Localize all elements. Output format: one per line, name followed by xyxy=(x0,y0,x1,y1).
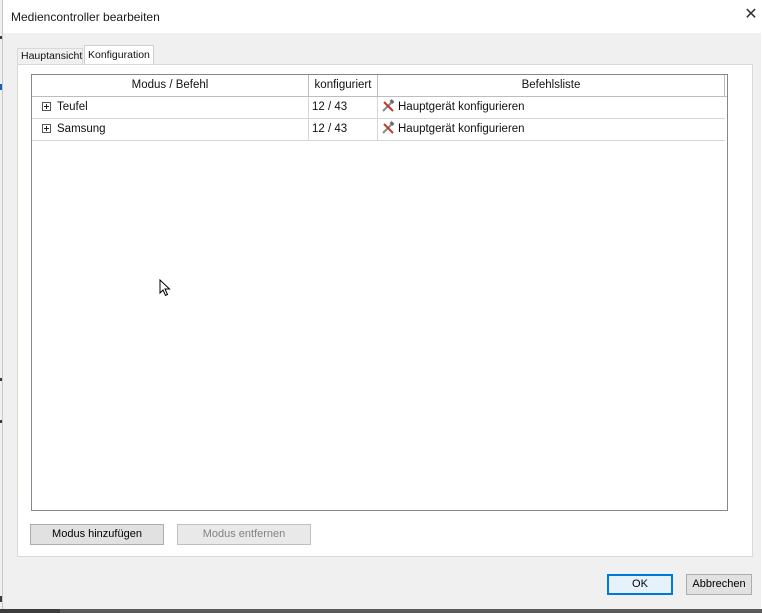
tab-konfiguration[interactable]: Konfiguration xyxy=(84,45,154,65)
dialog-body: Hauptansicht Konfiguration Modus / Befeh… xyxy=(3,33,761,609)
column-header-configured[interactable]: konfiguriert xyxy=(309,75,378,96)
command-cell[interactable]: Hauptgerät konfigurieren xyxy=(378,97,725,118)
grid-row-samsung[interactable]: Samsung 12 / 43 Hauptgerät konfigurieren xyxy=(32,119,725,141)
grid-header: Modus / Befehl konfiguriert Befehlsliste xyxy=(32,75,727,97)
tab-hauptansicht[interactable]: Hauptansicht xyxy=(17,48,83,65)
command-cell[interactable]: Hauptgerät konfigurieren xyxy=(378,119,725,140)
column-header-mode[interactable]: Modus / Befehl xyxy=(32,75,309,96)
command-label: Hauptgerät konfigurieren xyxy=(398,123,525,135)
column-header-command-list[interactable]: Befehlsliste xyxy=(378,75,725,96)
ok-button[interactable]: OK xyxy=(607,574,673,595)
mode-cell: Samsung xyxy=(32,119,309,140)
title-bar[interactable]: Mediencontroller bearbeiten ✕ xyxy=(3,0,761,33)
grid-row-teufel[interactable]: Teufel 12 / 43 Hauptgerät konfigurieren xyxy=(32,97,725,119)
mode-name: Teufel xyxy=(57,101,88,113)
mode-cell: Teufel xyxy=(32,97,309,118)
mode-name: Samsung xyxy=(57,123,106,135)
command-label: Hauptgerät konfigurieren xyxy=(398,101,525,113)
background-strip xyxy=(60,609,762,613)
window-title: Mediencontroller bearbeiten xyxy=(11,10,160,24)
configuration-panel: Modus / Befehl konfiguriert Befehlsliste… xyxy=(17,64,753,557)
mouse-cursor-icon xyxy=(159,279,171,297)
remove-mode-button[interactable]: Modus entfernen xyxy=(177,524,311,545)
cancel-button[interactable]: Abbrechen xyxy=(686,574,752,595)
configured-cell: 12 / 43 xyxy=(309,97,378,118)
configured-cell: 12 / 43 xyxy=(309,119,378,140)
add-mode-button[interactable]: Modus hinzufügen xyxy=(30,524,164,545)
tools-icon xyxy=(382,99,395,112)
media-controller-dialog: Mediencontroller bearbeiten ✕ Hauptansic… xyxy=(2,0,762,609)
expand-icon[interactable] xyxy=(42,124,51,133)
expand-icon[interactable] xyxy=(42,102,51,111)
close-button[interactable]: ✕ xyxy=(741,4,761,26)
mode-command-grid[interactable]: Modus / Befehl konfiguriert Befehlsliste… xyxy=(31,74,728,511)
background-taskbar-edge xyxy=(0,609,762,613)
tools-icon xyxy=(382,121,395,134)
